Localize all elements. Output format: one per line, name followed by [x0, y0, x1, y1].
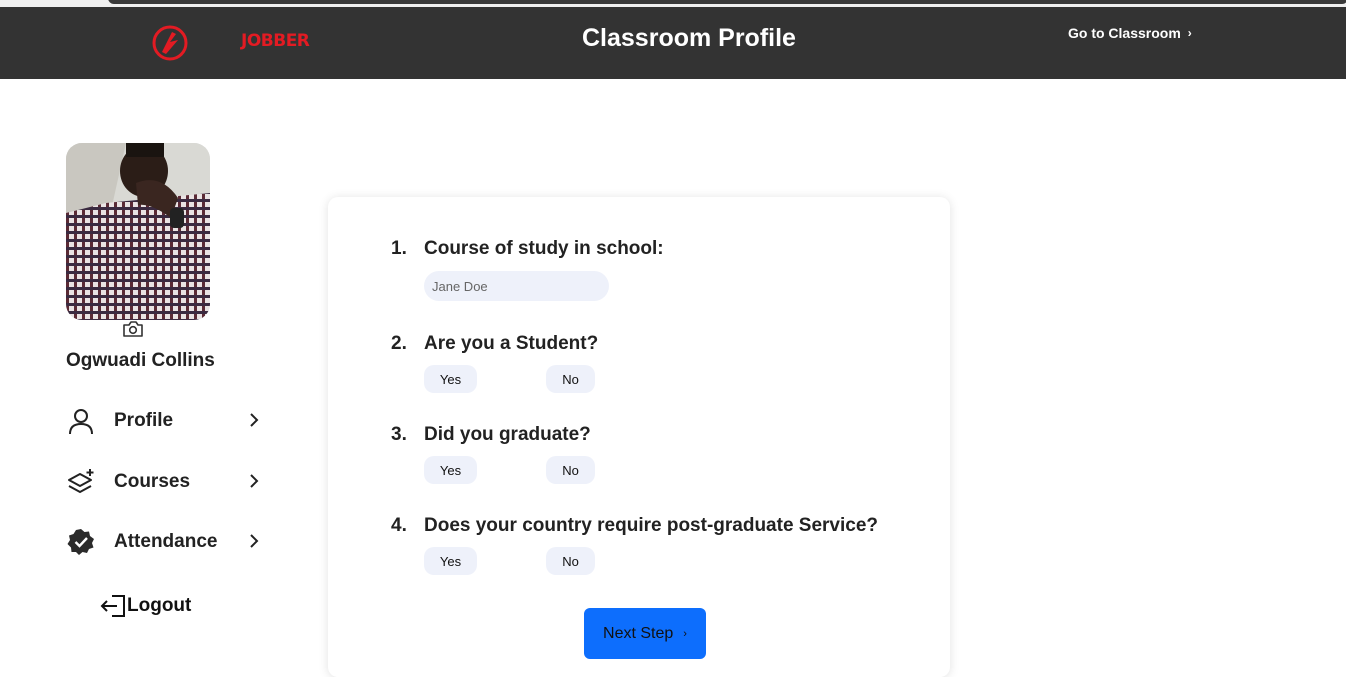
app-header: JOBBER Classroom Profile Go to Classroom…	[0, 7, 1346, 79]
question-number: 3.	[391, 424, 407, 445]
question-text: Did you graduate?	[424, 424, 591, 445]
question-2: 2. Are you a Student?	[391, 333, 598, 355]
profile-form-card: 1. Course of study in school: 2. Are you a…	[328, 197, 950, 677]
question-4: 4. Does your country require post-graduat…	[391, 515, 878, 537]
go-to-classroom-link[interactable]: Go to Classroom ›	[1068, 25, 1192, 41]
next-step-button[interactable]: Next Step ›	[584, 608, 706, 659]
question-text: Are you a Student?	[424, 333, 599, 354]
question-number: 4.	[391, 515, 407, 536]
sidebar-item-attendance[interactable]: Attendance	[66, 525, 261, 559]
go-to-classroom-label: Go to Classroom	[1068, 25, 1181, 41]
next-step-label: Next Step	[603, 624, 674, 642]
browser-top-strip	[0, 0, 1346, 7]
question-number: 1.	[391, 238, 407, 259]
sidebar-item-label: Attendance	[114, 531, 218, 552]
question-1: 1. Course of study in school:	[391, 238, 664, 260]
jobber-logo-icon[interactable]	[152, 25, 188, 61]
logout-icon	[100, 595, 125, 617]
graduate-yes-button[interactable]: Yes	[424, 456, 477, 484]
question-text: Course of study in school:	[424, 238, 664, 259]
question-text: Does your country require post-graduate …	[424, 515, 879, 536]
question-number: 2.	[391, 333, 407, 354]
chevron-right-icon: ›	[1187, 26, 1192, 40]
sidebar-item-courses[interactable]: Courses	[66, 465, 261, 499]
browser-address-bar	[108, 0, 1346, 4]
sidebar-item-label: Courses	[114, 471, 191, 492]
chevron-right-icon: ›	[683, 627, 687, 640]
page-title: Classroom Profile	[582, 24, 796, 52]
person-icon	[66, 406, 96, 436]
sidebar-item-profile[interactable]: Profile	[66, 404, 261, 438]
service-yes-button[interactable]: Yes	[424, 547, 477, 575]
chevron-right-icon	[250, 413, 259, 427]
question-3: 3. Did you graduate?	[391, 424, 591, 446]
avatar-photo	[66, 143, 210, 320]
logout-button[interactable]: Logout	[100, 593, 191, 619]
chevron-right-icon	[250, 474, 259, 488]
service-no-button[interactable]: No	[546, 547, 595, 575]
camera-icon[interactable]	[122, 320, 144, 338]
verified-badge-icon	[66, 527, 96, 557]
user-name: Ogwuadi Collins	[66, 350, 215, 371]
chevron-right-icon	[250, 534, 259, 548]
avatar[interactable]	[66, 143, 210, 320]
sidebar-item-label: Profile	[114, 410, 174, 431]
logout-label: Logout	[127, 595, 192, 616]
course-of-study-input[interactable]	[424, 271, 609, 301]
layers-plus-icon	[66, 467, 96, 497]
graduate-no-button[interactable]: No	[546, 456, 595, 484]
brand-name[interactable]: JOBBER	[241, 31, 310, 51]
student-yes-button[interactable]: Yes	[424, 365, 477, 393]
student-no-button[interactable]: No	[546, 365, 595, 393]
